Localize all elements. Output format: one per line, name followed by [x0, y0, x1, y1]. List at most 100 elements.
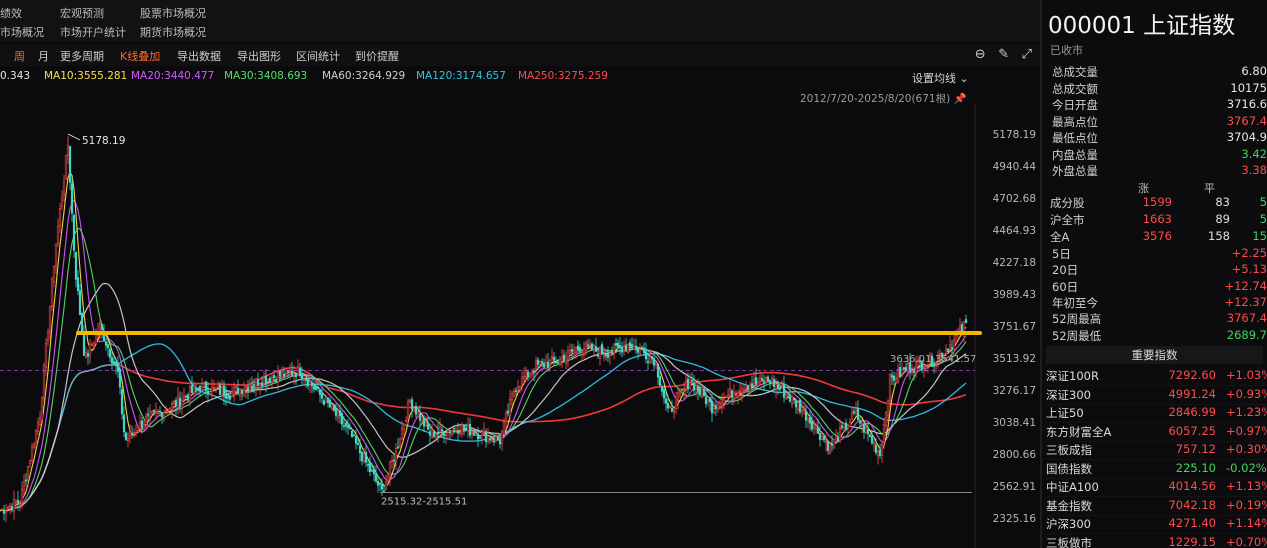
candle-body	[426, 422, 430, 430]
kline-chart[interactable]: 5178.19 4940.44 4702.68 4464.93 4227.18 3989.…	[0, 104, 1040, 548]
candle-body	[398, 439, 402, 447]
index-row[interactable]: 东方财富全A 6057.25 +0.97%	[1046, 424, 1267, 442]
expand-icon[interactable]: ⤢	[1022, 47, 1032, 62]
candle-body	[946, 348, 950, 352]
candle-body	[964, 319, 968, 324]
candle-body	[220, 387, 224, 397]
candle-body	[818, 433, 822, 440]
candle-body	[660, 386, 664, 392]
candle-body	[690, 380, 694, 382]
index-change: +0.93%	[1226, 386, 1267, 401]
candle-body	[346, 425, 350, 429]
menu-item[interactable]: 绩效	[0, 5, 22, 21]
candle-body	[784, 394, 788, 400]
index-price: 4991.24	[1168, 386, 1216, 401]
index-row[interactable]: 深证300 4991.24 +0.93%	[1046, 387, 1267, 405]
pen-icon[interactable]: ✎	[998, 47, 1009, 62]
candle-body	[344, 423, 348, 427]
candle-body	[382, 490, 386, 493]
candle-body	[176, 395, 180, 407]
candle-body	[442, 431, 446, 437]
kline-overlay-button[interactable]: K线叠加	[120, 48, 160, 64]
stat-value: 10175	[1230, 80, 1267, 95]
candle-body	[852, 411, 856, 414]
candle-body	[872, 442, 876, 445]
candle-body	[804, 410, 808, 421]
candle-body	[728, 388, 732, 397]
candle-body	[218, 384, 222, 395]
candle-body	[370, 470, 374, 472]
period-week-button[interactable]: 周	[14, 48, 25, 64]
candle-body	[772, 379, 776, 387]
candle-body	[290, 370, 294, 376]
menu-item[interactable]: 宏观预测	[60, 5, 104, 21]
ma-settings-dropdown[interactable]: 设置均线 ⌄	[912, 70, 969, 86]
candle-body	[332, 405, 336, 411]
candle-body	[446, 429, 450, 433]
candle-body	[0, 508, 4, 511]
index-row[interactable]: 中证A100 4014.56 +1.13%	[1046, 479, 1267, 497]
index-row[interactable]: 沪深300 4271.40 +1.14%	[1046, 516, 1267, 534]
candle-body	[70, 183, 74, 214]
index-price: 7292.60	[1168, 368, 1216, 382]
candle-body	[120, 389, 124, 415]
candle-body	[558, 358, 562, 365]
candle-body	[368, 461, 372, 472]
breadth-down: 15	[1252, 229, 1267, 243]
candle-body	[160, 412, 164, 418]
menu-item[interactable]: 市场开户统计	[60, 24, 126, 40]
candle-body	[90, 344, 94, 346]
index-row[interactable]: 三板做市 1229.15 +0.70%	[1046, 535, 1267, 548]
candle-body	[598, 346, 602, 359]
index-row[interactable]: 三板成指 757.12 +0.30%	[1046, 442, 1267, 460]
candle-body	[574, 347, 578, 353]
ma30-line	[0, 227, 967, 512]
breadth-flat: 89	[1215, 212, 1230, 226]
index-row[interactable]: 上证50 2846.99 +1.23%	[1046, 405, 1267, 423]
period-month-button[interactable]: 月	[38, 48, 49, 64]
more-periods-button[interactable]: 更多周期	[60, 48, 104, 64]
export-data-button[interactable]: 导出数据	[177, 48, 221, 64]
candle-body	[626, 344, 630, 353]
candle-body	[674, 397, 678, 409]
candle-body	[958, 326, 962, 331]
candle-body	[166, 411, 170, 413]
candle-body	[582, 348, 586, 355]
range-stats-button[interactable]: 区间统计	[296, 48, 340, 64]
candle-body	[124, 432, 128, 440]
candle-body	[676, 392, 680, 401]
candle-body	[252, 384, 256, 386]
index-row[interactable]: 深证100R 7292.60 +1.03%	[1046, 368, 1267, 386]
index-row[interactable]: 基金指数 7042.18 +0.19%	[1046, 498, 1267, 516]
candle-body	[424, 421, 428, 426]
candle-body	[130, 433, 134, 435]
candle-body	[642, 347, 646, 354]
menu-item[interactable]: 市场概况	[0, 24, 44, 40]
candle-body	[606, 355, 610, 358]
candle-body	[888, 373, 892, 401]
candle-body	[354, 436, 358, 444]
export-chart-button[interactable]: 导出图形	[237, 48, 281, 64]
index-row[interactable]: 国债指数 225.10 -0.02%	[1046, 461, 1267, 479]
stat-label: 总成交量	[1052, 65, 1098, 79]
menu-item[interactable]: 期货市场概况	[140, 24, 206, 40]
candle-body	[186, 394, 190, 401]
minimize-icon[interactable]: ⊖	[975, 47, 986, 62]
price-alert-button[interactable]: 到价提醒	[355, 48, 399, 64]
candle-body	[44, 343, 48, 368]
candle-body	[498, 439, 502, 445]
candle-body	[106, 344, 110, 349]
candle-body	[628, 342, 632, 347]
candle-body	[952, 339, 956, 351]
candle-body	[460, 424, 464, 434]
index-name: 沪深300	[1046, 517, 1091, 531]
candle-body	[514, 390, 518, 392]
candle-body	[18, 503, 22, 506]
menu-item[interactable]: 股票市场概况	[140, 5, 206, 21]
candle-body	[550, 356, 554, 359]
candle-body	[744, 387, 748, 390]
candle-body	[610, 350, 614, 353]
candle-body	[258, 383, 262, 389]
candle-body	[458, 432, 462, 434]
candle-body	[568, 349, 572, 354]
